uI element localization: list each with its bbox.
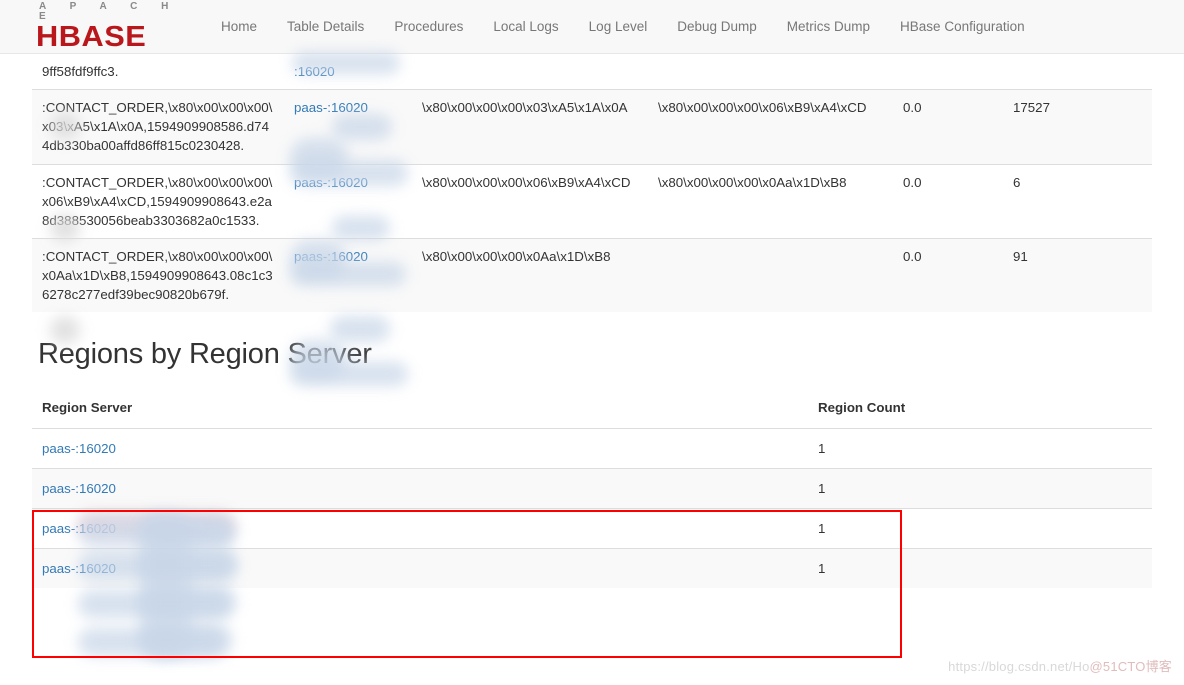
end-key-cell bbox=[648, 237, 893, 313]
nav-item-log-level[interactable]: Log Level bbox=[574, 19, 663, 34]
region-server-prefix: paas- bbox=[42, 440, 76, 456]
region-server-link[interactable]: paas-:16020 bbox=[42, 561, 116, 576]
nav-item-home[interactable]: Home bbox=[206, 19, 272, 34]
region-server-link[interactable]: paas-:16020 bbox=[42, 441, 116, 456]
table-row: paas-:16020 1 bbox=[32, 467, 1152, 509]
navbar: A P A C H E HBASE Home Table Details Pro… bbox=[0, 0, 1184, 54]
region-server-port: :16020 bbox=[327, 100, 368, 116]
region-server-link[interactable]: paas-:16020 bbox=[294, 249, 368, 264]
table-row: :CONTACT_ORDER,\x80\x00\x00\x00\x0Aa\x1D… bbox=[32, 237, 1152, 313]
table-row: :CONTACT_ORDER,\x80\x00\x00\x00\x06\xB9\… bbox=[32, 163, 1152, 239]
hbase-logo[interactable]: A P A C H E HBASE bbox=[36, 0, 184, 52]
redaction-blob bbox=[140, 586, 236, 618]
requests-cell: 91 bbox=[1003, 237, 1152, 313]
table-header-row: Region Server Region Count bbox=[32, 388, 1152, 429]
nav-link-debug-dump[interactable]: Debug Dump bbox=[662, 19, 772, 34]
table-row: paas-:16020 1 bbox=[32, 427, 1152, 469]
region-server-table: Region Server Region Count paas-:16020 1… bbox=[32, 388, 1152, 589]
region-server-port: :16020 bbox=[327, 174, 368, 190]
region-server-prefix: paas- bbox=[42, 560, 76, 576]
region-server-prefix: paas- bbox=[42, 480, 76, 496]
nav-link-procedures[interactable]: Procedures bbox=[379, 19, 478, 34]
start-key-cell: \x80\x00\x00\x00\x03\xA5\x1A\x0A bbox=[412, 89, 648, 165]
logo-apache-text: A P A C H E bbox=[39, 0, 179, 22]
nav-link-hbase-configuration[interactable]: HBase Configuration bbox=[885, 19, 1040, 34]
region-name-cell: :CONTACT_ORDER,\x80\x00\x00\x00\x0Aa\x1D… bbox=[32, 237, 284, 313]
region-server-port: :16020 bbox=[294, 64, 335, 79]
end-key-cell bbox=[648, 54, 893, 90]
start-key-cell bbox=[412, 54, 648, 90]
nav-item-procedures[interactable]: Procedures bbox=[379, 19, 478, 34]
region-count-cell: 1 bbox=[808, 427, 1152, 469]
region-server-port: :16020 bbox=[75, 560, 116, 576]
table-row: paas-:16020 1 bbox=[32, 507, 1152, 549]
region-server-cell: paas-:16020 bbox=[284, 237, 412, 313]
region-server-prefix: paas- bbox=[294, 248, 328, 264]
requests-cell bbox=[1003, 54, 1152, 90]
table-row-partial: 9ff58fdf9ffc3. :16020 bbox=[32, 54, 1152, 90]
locality-cell: 0.0 bbox=[893, 89, 1003, 165]
table-row: :CONTACT_ORDER,\x80\x00\x00\x00\x03\xA5\… bbox=[32, 89, 1152, 165]
region-count-cell: 1 bbox=[808, 547, 1152, 589]
region-server-port: :16020 bbox=[327, 248, 368, 264]
watermark-url: https://blog.csdn.net/Ho bbox=[948, 659, 1090, 674]
logo-hbase-text: HBASE bbox=[36, 20, 147, 53]
region-name-cell: :CONTACT_ORDER,\x80\x00\x00\x00\x06\xB9\… bbox=[32, 163, 284, 239]
end-key-cell: \x80\x00\x00\x00\x0Aa\x1D\xB8 bbox=[648, 163, 893, 239]
nav-link-log-level[interactable]: Log Level bbox=[574, 19, 663, 34]
nav-item-local-logs[interactable]: Local Logs bbox=[478, 19, 573, 34]
redaction-blob bbox=[140, 624, 232, 656]
region-server-cell: paas-:16020 bbox=[32, 507, 808, 549]
requests-cell: 17527 bbox=[1003, 89, 1152, 165]
locality-cell bbox=[893, 54, 1003, 90]
region-server-link[interactable]: paas-:16020 bbox=[42, 521, 116, 536]
nav-link-home[interactable]: Home bbox=[206, 19, 272, 34]
region-server-cell: paas-:16020 bbox=[284, 89, 412, 165]
locality-cell: 0.0 bbox=[893, 163, 1003, 239]
column-header-region-server: Region Server bbox=[32, 388, 808, 429]
watermark: https://blog.csdn.net/Ho@51CTO博客 bbox=[948, 656, 1172, 675]
nav-item-debug-dump[interactable]: Debug Dump bbox=[662, 19, 772, 34]
region-server-cell: paas-:16020 bbox=[32, 467, 808, 509]
region-server-link[interactable]: :16020 bbox=[294, 64, 335, 79]
region-server-link[interactable]: paas-:16020 bbox=[294, 175, 368, 190]
nav-link-metrics-dump[interactable]: Metrics Dump bbox=[772, 19, 885, 34]
region-server-port: :16020 bbox=[75, 440, 116, 456]
region-name-cell: :CONTACT_ORDER,\x80\x00\x00\x00\x03\xA5\… bbox=[32, 89, 284, 165]
region-server-port: :16020 bbox=[75, 520, 116, 536]
region-server-cell: paas-:16020 bbox=[32, 427, 808, 469]
region-server-prefix: paas- bbox=[42, 520, 76, 536]
nav-link-table-details[interactable]: Table Details bbox=[272, 19, 379, 34]
region-server-link[interactable]: paas-:16020 bbox=[294, 100, 368, 115]
region-server-prefix: paas- bbox=[294, 174, 328, 190]
nav-item-hbase-configuration[interactable]: HBase Configuration bbox=[885, 19, 1040, 34]
nav-menu: Home Table Details Procedures Local Logs… bbox=[206, 19, 1040, 34]
nav-item-table-details[interactable]: Table Details bbox=[272, 19, 379, 34]
region-name-cell: 9ff58fdf9ffc3. bbox=[42, 64, 119, 79]
table-row: paas-:16020 1 bbox=[32, 547, 1152, 589]
region-server-link[interactable]: paas-:16020 bbox=[42, 481, 116, 496]
start-key-cell: \x80\x00\x00\x00\x06\xB9\xA4\xCD bbox=[412, 163, 648, 239]
requests-cell: 6 bbox=[1003, 163, 1152, 239]
region-count-cell: 1 bbox=[808, 467, 1152, 509]
page-title: Regions by Region Server bbox=[38, 338, 372, 371]
region-server-cell: :16020 bbox=[284, 54, 412, 90]
region-server-cell: paas-:16020 bbox=[284, 163, 412, 239]
column-header-region-count: Region Count bbox=[808, 388, 1152, 429]
nav-link-local-logs[interactable]: Local Logs bbox=[478, 19, 573, 34]
region-count-cell: 1 bbox=[808, 507, 1152, 549]
redaction-blob bbox=[78, 590, 230, 618]
region-server-cell: paas-:16020 bbox=[32, 547, 808, 589]
regions-table: 9ff58fdf9ffc3. :16020 :CONTACT_ORDER,\x8… bbox=[32, 54, 1152, 313]
redaction-blob bbox=[78, 628, 224, 656]
region-server-prefix: paas- bbox=[294, 100, 328, 116]
start-key-cell: \x80\x00\x00\x00\x0Aa\x1D\xB8 bbox=[412, 237, 648, 313]
watermark-tag: @51CTO博客 bbox=[1089, 659, 1172, 674]
nav-item-metrics-dump[interactable]: Metrics Dump bbox=[772, 19, 885, 34]
locality-cell: 0.0 bbox=[893, 237, 1003, 313]
region-server-port: :16020 bbox=[75, 480, 116, 496]
page-content: 9ff58fdf9ffc3. :16020 :CONTACT_ORDER,\x8… bbox=[0, 54, 1184, 589]
end-key-cell: \x80\x00\x00\x00\x06\xB9\xA4\xCD bbox=[648, 89, 893, 165]
